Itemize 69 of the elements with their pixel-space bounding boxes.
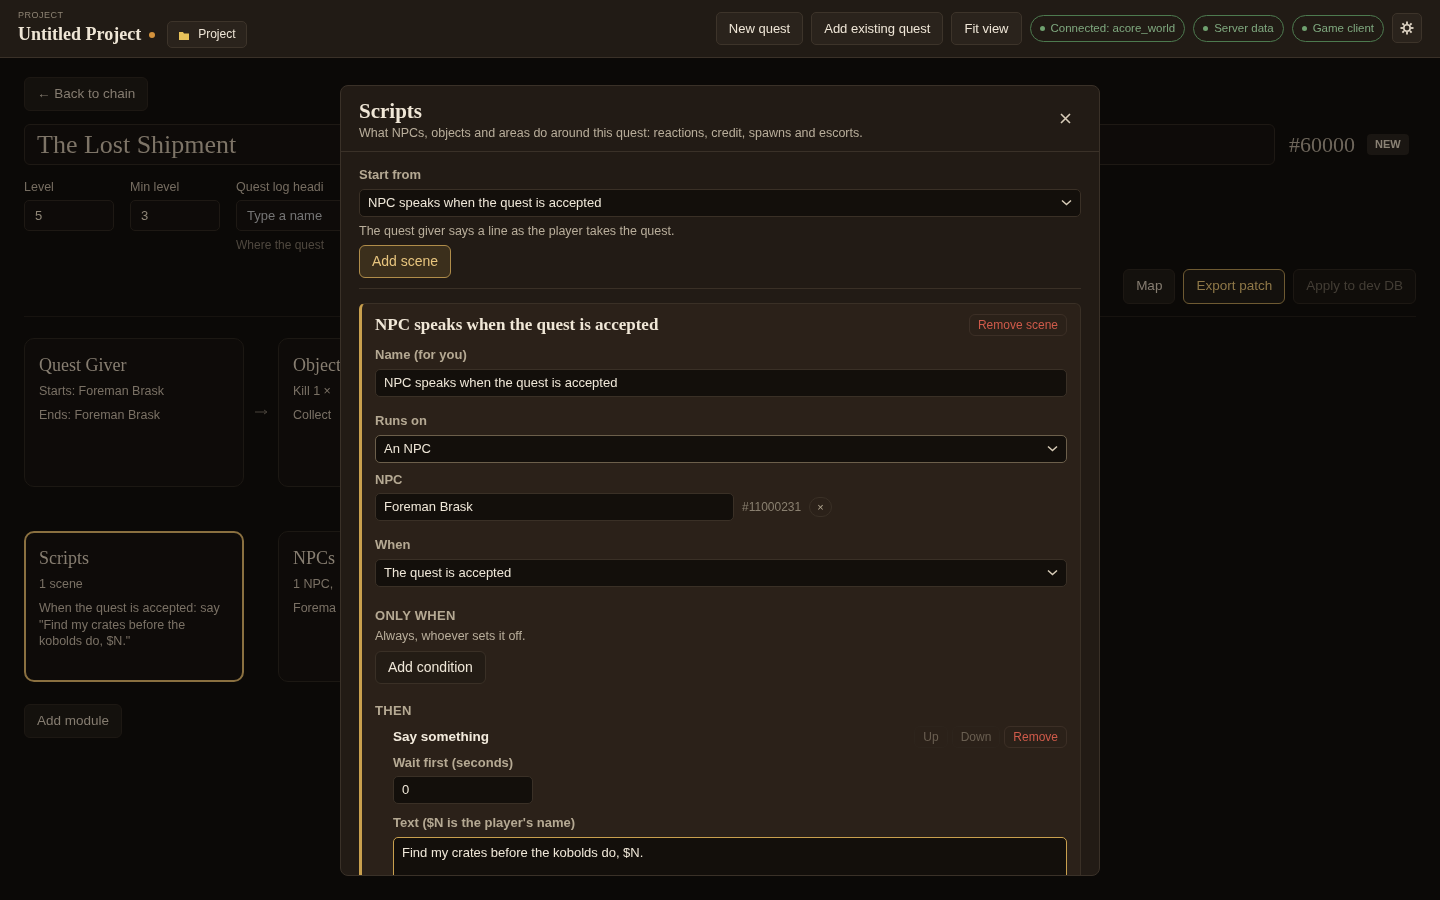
number-field[interactable]: 3 [130, 200, 220, 232]
add-condition-button[interactable]: Add condition [375, 651, 486, 684]
toolbar-button[interactable]: Fit view [951, 11, 1022, 46]
card-text: Forema [293, 599, 337, 617]
settings-icon [1400, 21, 1414, 36]
new-badge: NEW [1367, 134, 1409, 156]
help-text: The quest giver says a line as the player takes the quest. [359, 222, 676, 240]
help-text: Always, whoever sets it off. [375, 628, 527, 646]
field-label: When [375, 536, 412, 554]
toolbar-button[interactable]: Map [1123, 269, 1176, 304]
card-text: Collect [293, 406, 332, 424]
field-label: Quest log headi [236, 179, 325, 197]
dropdown-value: The quest is accepted [384, 563, 512, 582]
npc-id: #11000231 [742, 499, 802, 516]
card-title: NPCs [293, 546, 336, 570]
dropdown-value: An NPC [384, 439, 431, 458]
card-text: Ends: Foreman Brask [39, 406, 161, 424]
dropdown-value: NPC speaks when the quest is accepted [368, 194, 602, 212]
module-card[interactable]: Quest Giver Starts: Foreman Brask Ends: Foreman Brask [24, 337, 244, 487]
card-title: Quest Giver [39, 353, 127, 377]
card-title: Object [293, 353, 341, 377]
quest-id: #60000 [1289, 130, 1355, 159]
card-text: Kill 1 × [293, 382, 331, 400]
section-heading: ONLY WHEN [375, 606, 457, 625]
number-field[interactable]: 0 [393, 776, 533, 805]
add-module-button[interactable]: Add module [24, 703, 123, 738]
card-text: 1 NPC, [293, 575, 334, 593]
card-text: When the quest is accepted: say "Find my crates before the kobolds do, $N." [39, 599, 221, 651]
action-title: Say something [393, 727, 490, 746]
field-label: Wait first (seconds) [393, 753, 515, 772]
text-field[interactable]: Foreman Brask [375, 493, 734, 522]
chevron-icon [1061, 199, 1072, 207]
section-heading: THEN [375, 701, 413, 720]
card-text: 1 scene [39, 575, 84, 593]
field-label: NPC [375, 470, 404, 489]
project-title: Untitled Project [18, 23, 142, 47]
field-label: Level [24, 179, 55, 197]
text-field[interactable]: NPC speaks when the quest is accepted [375, 369, 1067, 397]
settings-button[interactable] [1392, 13, 1422, 44]
module-card[interactable]: Scripts 1 scene When the quest is accepted: say "Find my crates before the kobolds do, $N." [24, 530, 244, 682]
dialog-title: Scripts [359, 98, 422, 125]
add-scene-button[interactable]: Add scene [359, 244, 452, 278]
scene-title: NPC speaks when the quest is accepted [375, 313, 659, 336]
field-label: Min level [130, 179, 181, 197]
action-button[interactable]: Remove [1004, 725, 1067, 748]
close-icon [1060, 112, 1071, 124]
back-button[interactable]: ← Back to chain [24, 77, 149, 112]
toolbar-button[interactable]: Add existing quest [811, 11, 944, 46]
chevron-icon [1047, 569, 1058, 577]
number-field[interactable]: 5 [24, 200, 114, 232]
dropdown[interactable]: The quest is accepted [375, 558, 1067, 587]
field-label: Name (for you) [375, 346, 468, 364]
remove-scene-button[interactable]: Remove scene [968, 313, 1067, 337]
project-button[interactable]: Project [167, 21, 247, 48]
toolbar-button[interactable]: Export patch [1183, 269, 1286, 304]
field-label: Text ($N is the player's name) [393, 814, 577, 832]
field-label: Start from [359, 166, 423, 184]
field-label: Runs on [375, 412, 428, 430]
field-hint: Where the quest [236, 237, 326, 254]
project-eyebrow: PROJECT [18, 9, 65, 22]
toolbar-button[interactable]: New quest [715, 11, 804, 46]
card-text: Starts: Foreman Brask [39, 382, 166, 400]
text-area[interactable]: Find my crates before the kobolds do, $N. [393, 836, 1067, 875]
chevron-icon [1047, 445, 1058, 453]
dropdown[interactable]: NPC speaks when the quest is accepted [359, 188, 1081, 217]
dropdown[interactable]: An NPC [375, 434, 1067, 463]
card-title: Scripts [39, 546, 89, 570]
dialog-subtitle: What NPCs, objects and areas do around this quest: reactions, credit, spawns and escorts. [359, 125, 864, 143]
arrow-icon [254, 408, 268, 416]
